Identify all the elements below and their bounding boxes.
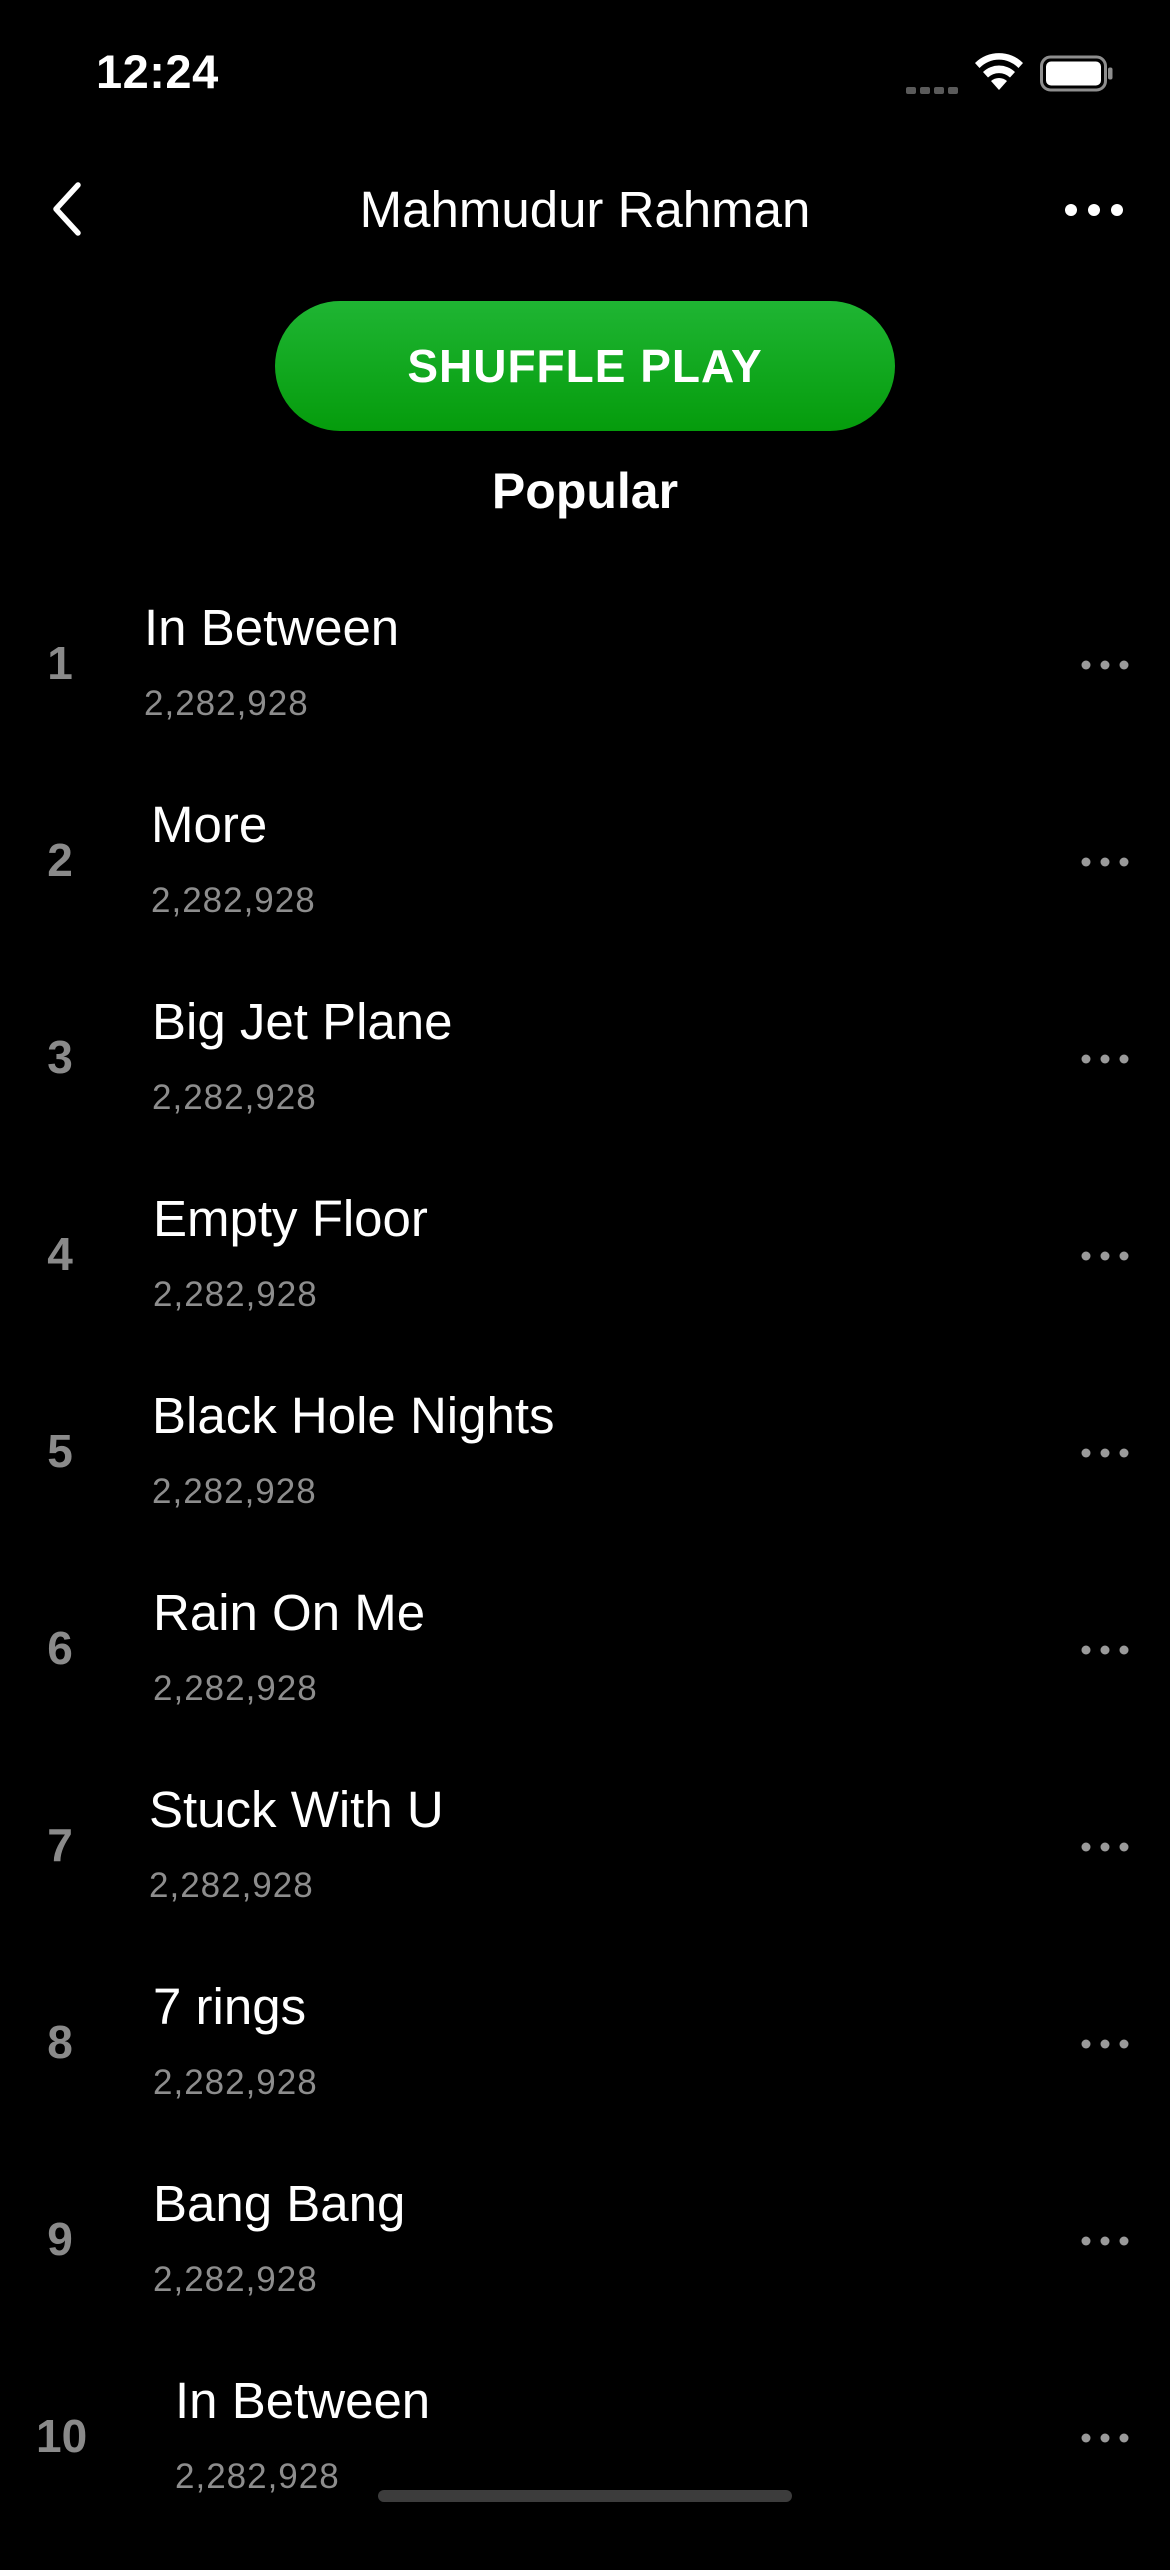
track-title: Black Hole Nights: [152, 1387, 555, 1444]
track-number: 6: [47, 1622, 73, 1674]
track-title: More: [151, 796, 268, 853]
track-row[interactable]: 7 Stuck With U 2,282,928: [0, 1781, 1170, 1979]
track-play-count: 2,282,928: [149, 1866, 314, 1905]
battery-icon: [1040, 55, 1113, 92]
section-title-popular: Popular: [491, 463, 679, 519]
track-title: Empty Floor: [153, 1190, 428, 1247]
cellular-signal-icon: [906, 82, 958, 94]
ellipsis-icon: [1081, 1251, 1129, 1261]
track-more-button[interactable]: [1070, 2019, 1140, 2069]
track-number: 1: [47, 637, 73, 689]
track-play-count: 2,282,928: [153, 1669, 318, 1708]
track-play-count: 2,282,928: [175, 2457, 340, 2496]
track-number: 8: [47, 2016, 73, 2068]
track-play-count: 2,282,928: [151, 881, 316, 920]
track-more-button[interactable]: [1070, 837, 1140, 887]
track-play-count: 2,282,928: [153, 2260, 318, 2299]
track-number: 7: [47, 1819, 73, 1871]
track-more-button[interactable]: [1070, 1034, 1140, 1084]
track-title: In Between: [175, 2372, 431, 2429]
track-list: 1 In Between 2,282,928 2 More 2,282,928 …: [0, 599, 1170, 2570]
track-number: 4: [47, 1228, 73, 1280]
home-indicator[interactable]: [378, 2490, 792, 2502]
shuffle-play-button[interactable]: SHUFFLE PLAY: [275, 301, 895, 431]
track-play-count: 2,282,928: [153, 1275, 318, 1314]
track-play-count: 2,282,928: [153, 2063, 318, 2102]
wifi-icon: [975, 53, 1023, 90]
track-title: In Between: [144, 599, 400, 656]
track-row[interactable]: 1 In Between 2,282,928: [0, 599, 1170, 797]
track-row[interactable]: 5 Black Hole Nights 2,282,928: [0, 1387, 1170, 1585]
ellipsis-icon: [1081, 2039, 1129, 2049]
track-more-button[interactable]: [1070, 2216, 1140, 2266]
track-row[interactable]: 8 7 rings 2,282,928: [0, 1978, 1170, 2176]
ellipsis-icon: [1081, 857, 1129, 867]
ellipsis-icon: [1081, 660, 1129, 670]
track-more-button[interactable]: [1070, 1231, 1140, 1281]
track-play-count: 2,282,928: [152, 1078, 317, 1117]
track-title: 7 rings: [153, 1978, 307, 2035]
track-number: 9: [47, 2213, 73, 2265]
track-row[interactable]: 4 Empty Floor 2,282,928: [0, 1190, 1170, 1388]
track-title: Bang Bang: [153, 2175, 406, 2232]
ellipsis-icon: [1081, 1842, 1129, 1852]
more-options-button[interactable]: [1054, 180, 1134, 240]
track-row[interactable]: 2 More 2,282,928: [0, 796, 1170, 994]
ellipsis-icon: [1081, 1645, 1129, 1655]
header: Mahmudur Rahman: [0, 160, 1170, 260]
track-row[interactable]: 10 In Between 2,282,928: [0, 2372, 1170, 2570]
ellipsis-icon: [1081, 1448, 1129, 1458]
track-play-count: 2,282,928: [144, 684, 309, 723]
track-title: Big Jet Plane: [152, 993, 453, 1050]
ellipsis-icon: [1081, 2236, 1129, 2246]
ellipsis-icon: [1081, 1054, 1129, 1064]
ellipsis-icon: [1081, 2433, 1129, 2443]
status-bar: 12:24: [0, 0, 1170, 150]
track-row[interactable]: 6 Rain On Me 2,282,928: [0, 1584, 1170, 1782]
track-more-button[interactable]: [1070, 1625, 1140, 1675]
track-play-count: 2,282,928: [152, 1472, 317, 1511]
track-number: 5: [47, 1425, 73, 1477]
track-title: Stuck With U: [149, 1781, 444, 1838]
track-row[interactable]: 3 Big Jet Plane 2,282,928: [0, 993, 1170, 1191]
track-more-button[interactable]: [1070, 640, 1140, 690]
track-title: Rain On Me: [153, 1584, 426, 1641]
status-time: 12:24: [96, 45, 219, 98]
track-row[interactable]: 9 Bang Bang 2,282,928: [0, 2175, 1170, 2373]
track-number: 10: [36, 2410, 88, 2462]
track-more-button[interactable]: [1070, 2413, 1140, 2463]
track-more-button[interactable]: [1070, 1428, 1140, 1478]
track-more-button[interactable]: [1070, 1822, 1140, 1872]
track-number: 3: [47, 1031, 73, 1083]
page-title: Mahmudur Rahman: [359, 181, 811, 238]
track-number: 2: [47, 834, 73, 886]
ellipsis-icon: [1065, 204, 1123, 216]
